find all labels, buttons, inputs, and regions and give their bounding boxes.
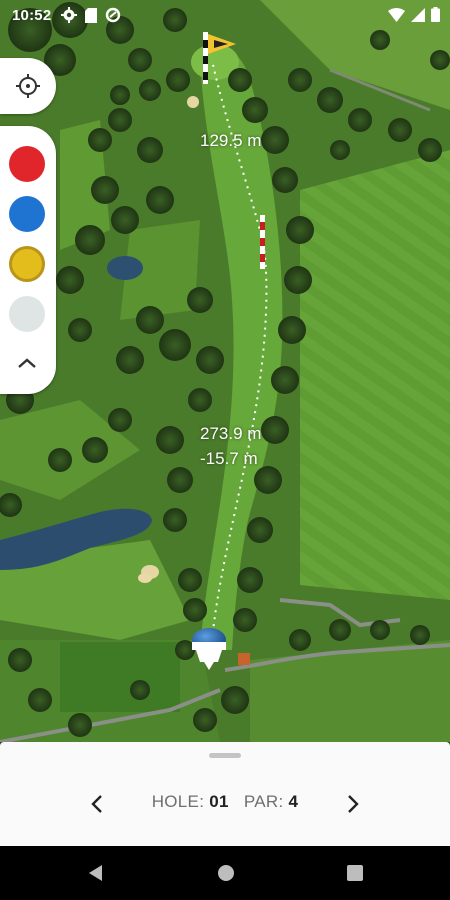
recents-icon[interactable] (345, 863, 365, 883)
par-number: 4 (288, 792, 299, 811)
wifi-icon (388, 7, 405, 22)
elevation-delta-label: -15.7 m (200, 449, 258, 468)
par-label: PAR: (243, 792, 284, 811)
chevron-up-icon[interactable] (16, 356, 38, 370)
hole-number: 01 (209, 792, 229, 811)
signal-icon (411, 7, 425, 22)
color-swatch-red[interactable] (9, 146, 45, 182)
hole-label: HOLE: (151, 792, 205, 811)
sd-card-icon (85, 7, 98, 23)
marker-color-palette (0, 126, 56, 394)
distance-to-flag-label: 129.5 m (200, 131, 262, 150)
color-swatch-blue[interactable] (9, 196, 45, 232)
pond (107, 256, 143, 280)
home-icon[interactable] (216, 863, 236, 883)
status-bar: 10:52 (0, 0, 450, 30)
gear-icon (61, 7, 78, 23)
locate-me-button[interactable] (0, 58, 56, 114)
practice-field (300, 150, 450, 600)
hole-info: HOLE: 01 PAR: 4 (0, 792, 450, 812)
hole-bottom-sheet: HOLE: 01 PAR: 4 (0, 742, 450, 846)
driving-range (60, 642, 180, 712)
previous-hole-button[interactable] (84, 790, 112, 818)
player-position-marker (190, 626, 228, 672)
bunker (187, 96, 199, 108)
color-swatch-yellow[interactable] (9, 246, 45, 282)
status-time: 10:52 (12, 6, 52, 24)
clubhouse (238, 653, 250, 665)
data-saver-icon (106, 7, 121, 23)
system-nav-bar (0, 846, 450, 900)
color-swatch-gray[interactable] (9, 296, 45, 332)
back-icon[interactable] (86, 863, 106, 883)
next-hole-button[interactable] (338, 790, 366, 818)
distance-from-tee-label: 273.9 m (200, 424, 262, 443)
battery-icon (431, 7, 440, 22)
sheet-drag-handle[interactable] (209, 753, 241, 758)
crosshair-icon (16, 74, 40, 98)
hole-navigator: HOLE: 01 PAR: 4 (0, 788, 450, 818)
bunker (138, 573, 152, 583)
